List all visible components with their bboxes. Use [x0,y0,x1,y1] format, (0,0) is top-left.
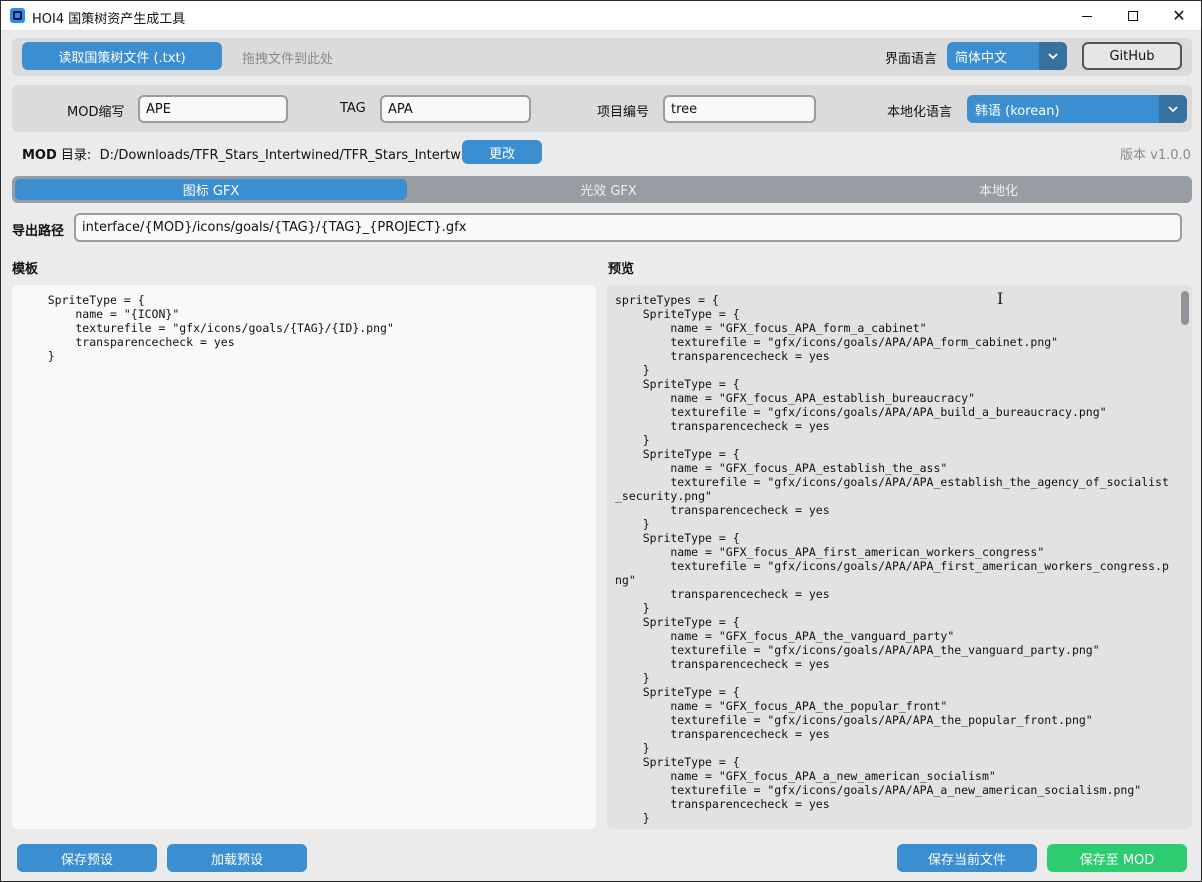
version-label: 版本 v1.0.0 [1120,148,1191,163]
tab-shine-gfx[interactable]: 光效 GFX [412,179,805,200]
project-input[interactable]: tree [663,95,816,123]
maximize-icon [1128,11,1138,21]
close-icon: ✕ [1172,6,1186,25]
close-button[interactable]: ✕ [1156,1,1202,31]
localization-language-select[interactable]: 韩语 (korean) [967,95,1187,123]
tab-icon-gfx[interactable]: 图标 GFX [15,179,407,200]
ui-language-value: 简体中文 [955,50,1008,66]
window-title: HOI4 国策树资产生成工具 [32,12,186,27]
preview-label: 预览 [608,262,635,277]
mod-abbr-label: MOD缩写 [67,105,125,120]
mod-directory: MOD 目录: D:/Downloads/TFR_Stars_Intertwin… [22,144,489,163]
export-path-label: 导出路径 [12,224,65,239]
text-cursor-icon: I [997,289,1004,308]
localization-language-value: 韩语 (korean) [975,103,1060,119]
tag-input[interactable]: APA [380,95,531,123]
drop-zone-hint[interactable]: 拖拽文件到此处 [242,48,333,67]
mod-abbr-input[interactable]: APE [138,95,288,123]
preview-textbox[interactable]: spriteTypes = { SpriteType = { name = "G… [607,285,1192,829]
github-button[interactable]: GitHub [1082,42,1182,70]
read-focus-file-button[interactable]: 读取国策树文件 (.txt) [22,42,222,70]
project-label: 项目编号 [597,105,650,120]
top-toolbar: 读取国策树文件 (.txt) 拖拽文件到此处 界面语言 简体中文 GitHub [12,38,1192,76]
localization-language-label: 本地化语言 [887,105,953,120]
tag-label: TAG [340,101,366,116]
save-to-mod-button[interactable]: 保存至 MOD [1047,844,1187,872]
load-preset-button[interactable]: 加载预设 [167,844,307,872]
chevron-down-icon[interactable] [1159,95,1187,123]
app-icon [10,8,25,23]
ui-language-label: 界面语言 [885,52,938,67]
export-path-input[interactable]: interface/{MOD}/icons/goals/{TAG}/{TAG}_… [74,213,1182,242]
maximize-button[interactable] [1110,1,1156,31]
mod-directory-label: 目录: [56,148,92,163]
tab-bar: 图标 GFX 光效 GFX 本地化 [12,176,1192,203]
template-editor[interactable]: SpriteType = { name = "{ICON}" texturefi… [12,285,596,829]
minimize-button[interactable] [1064,1,1110,31]
app-window: HOI4 国策树资产生成工具 ✕ 读取国策树文件 (.txt) 拖拽文件到此处 … [0,0,1202,882]
settings-panel: MOD缩写 APE TAG APA 项目编号 tree 本地化语言 韩语 (ko… [12,85,1192,132]
tab-localization[interactable]: 本地化 [802,179,1195,200]
chevron-down-icon[interactable] [1039,42,1067,70]
template-text: SpriteType = { name = "{ICON}" texturefi… [47,293,394,363]
mod-directory-path: D:/Downloads/TFR_Stars_Intertwined/TFR_S… [99,148,489,163]
mod-directory-label-bold: MOD [22,148,57,163]
ui-language-select[interactable]: 简体中文 [947,42,1067,70]
save-preset-button[interactable]: 保存预设 [17,844,157,872]
save-current-file-button[interactable]: 保存当前文件 [897,844,1037,872]
preview-scrollbar[interactable] [1181,291,1189,325]
template-label: 模板 [12,262,39,277]
change-directory-button[interactable]: 更改 [462,140,542,164]
preview-text: spriteTypes = { SpriteType = { name = "G… [615,293,1169,825]
minimize-icon [1082,15,1092,17]
title-bar: HOI4 国策树资产生成工具 ✕ [1,1,1201,31]
